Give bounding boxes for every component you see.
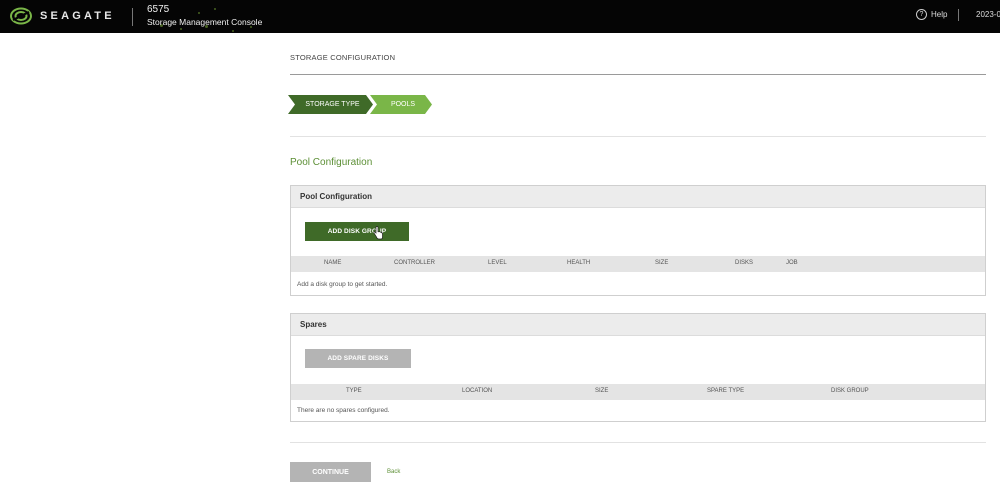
- column-header-controller[interactable]: CONTROLLER: [394, 260, 435, 266]
- disk-group-table-header: NAME CONTROLLER LEVEL HEALTH SIZE DISKS …: [291, 256, 985, 272]
- step-storage-type[interactable]: STORAGE TYPE: [288, 95, 373, 114]
- seagate-logo-icon: [10, 7, 32, 25]
- brand-name: SEAGATE: [40, 10, 115, 22]
- help-label: Help: [931, 10, 948, 19]
- column-header-location[interactable]: LOCATION: [462, 388, 492, 394]
- column-header-disks[interactable]: DISKS: [735, 260, 753, 266]
- column-header-spare-type[interactable]: SPARE TYPE: [707, 388, 744, 394]
- hand-cursor-icon: [373, 226, 383, 240]
- empty-message: There are no spares configured.: [297, 407, 390, 414]
- back-link[interactable]: Back: [387, 469, 400, 475]
- header-decoration: [214, 8, 216, 10]
- column-header-disk-group[interactable]: DISK GROUP: [831, 388, 869, 394]
- divider: [290, 136, 986, 137]
- spares-table-header: TYPE LOCATION SIZE SPARE TYPE DISK GROUP: [291, 384, 985, 400]
- divider: [290, 442, 986, 443]
- column-header-job[interactable]: JOB: [786, 260, 798, 266]
- header-date: 2023-0: [976, 10, 1000, 19]
- column-header-level[interactable]: LEVEL: [488, 260, 507, 266]
- system-id: 6575: [147, 4, 170, 15]
- header-divider: [958, 9, 959, 21]
- spares-panel: Spares ADD SPARE DISKS TYPE LOCATION SIZ…: [290, 313, 986, 422]
- empty-message: Add a disk group to get started.: [297, 281, 388, 288]
- help-link[interactable]: ? Help: [916, 9, 947, 20]
- column-header-size[interactable]: SIZE: [655, 260, 668, 266]
- column-header-size[interactable]: SIZE: [595, 388, 608, 394]
- panel-heading: Pool Configuration: [291, 186, 985, 208]
- column-header-type[interactable]: TYPE: [346, 388, 362, 394]
- divider: [290, 74, 986, 75]
- header-divider: [132, 8, 133, 26]
- add-spare-disks-button[interactable]: ADD SPARE DISKS: [305, 349, 411, 368]
- add-disk-group-button[interactable]: ADD DISK GROUP: [305, 222, 409, 241]
- panel-heading: Spares: [291, 314, 985, 336]
- wizard-stepper: STORAGE TYPE POOLS: [288, 95, 432, 114]
- section-title: Pool Configuration: [290, 157, 373, 168]
- header-decoration: [198, 12, 200, 14]
- help-icon: ?: [916, 9, 927, 20]
- continue-button[interactable]: CONTINUE: [290, 462, 371, 482]
- header-decoration: [180, 28, 182, 30]
- system-name: Storage Management Console: [147, 17, 263, 27]
- column-header-name[interactable]: NAME: [324, 260, 341, 266]
- top-header: SEAGATE 6575 Storage Management Console …: [0, 0, 1000, 33]
- seagate-logo[interactable]: SEAGATE: [10, 7, 115, 25]
- header-decoration: [232, 30, 234, 32]
- pool-configuration-panel: Pool Configuration ADD DISK GROUP NAME C…: [290, 185, 986, 296]
- step-pools[interactable]: POOLS: [370, 95, 432, 114]
- page-title: STORAGE CONFIGURATION: [290, 53, 396, 62]
- column-header-health[interactable]: HEALTH: [567, 260, 590, 266]
